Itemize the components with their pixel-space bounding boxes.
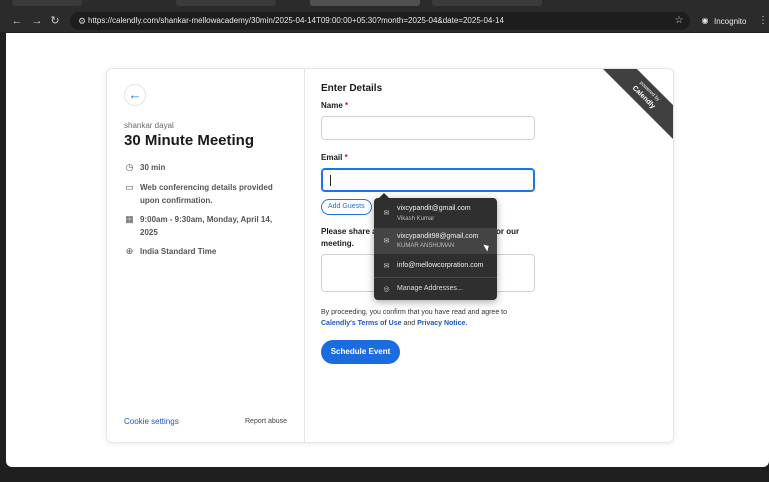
consent-and: and [403, 320, 416, 327]
forward-arrow-icon[interactable]: → [30, 14, 44, 28]
url-text: https://calendly.com/shankar-mellowacade… [88, 16, 504, 25]
browser-tab[interactable] [12, 0, 82, 6]
autofill-email: vixcypandit98@gmail.com [397, 233, 479, 240]
autofill-separator [374, 277, 497, 278]
back-arrow-icon[interactable]: ← [10, 14, 24, 28]
envelope-icon: ✉ [383, 238, 390, 245]
share-question-suffix: or our [496, 227, 520, 236]
autofill-dropdown: ✉ vixcypandit@gmail.com Vikash Kumar ✉ v… [374, 198, 497, 300]
chrome-icon: ◎ [383, 286, 390, 293]
browser-tab-active[interactable] [310, 0, 420, 6]
incognito-label: Incognito [714, 16, 747, 26]
add-guests-button[interactable]: Add Guests [321, 199, 372, 215]
email-field[interactable] [321, 168, 535, 192]
text-caret [330, 175, 331, 186]
bookmark-star-icon[interactable]: ☆ [672, 14, 686, 28]
name-field[interactable] [321, 116, 535, 140]
browser-tab[interactable] [432, 0, 542, 6]
globe-icon: ⊕ [125, 246, 134, 256]
required-mark: * [345, 101, 349, 110]
required-mark: * [344, 153, 348, 162]
email-label-text: Email [321, 153, 343, 162]
duration-row: ◷ 30 min [124, 161, 299, 174]
autofill-option[interactable]: ✉ info@mellowcorpration.com [374, 256, 497, 276]
duration-text: 30 min [140, 163, 166, 172]
timezone-row: ⊕ India Standard Time [124, 245, 299, 258]
autofill-email: vixcypandit@gmail.com [397, 205, 471, 212]
site-settings-icon[interactable]: ⚙ [76, 15, 88, 27]
privacy-notice-link[interactable]: Privacy Notice. [417, 320, 467, 327]
arrow-left-icon: ← [128, 87, 142, 102]
consent-text: By proceeding, you confirm that you have… [321, 307, 551, 329]
timezone-text: India Standard Time [140, 247, 217, 256]
autofill-option-hovered[interactable]: ✉ vixcypandit98@gmail.com KUMAR ANSHUMAN [374, 228, 497, 254]
envelope-icon: ✉ [383, 210, 390, 217]
clock-icon: ◷ [125, 162, 134, 172]
address-bar[interactable]: ⚙ https://calendly.com/shankar-mellowaca… [70, 12, 690, 30]
name-label: Name * [321, 101, 348, 110]
datetime-text: 9:00am - 9:30am, Monday, April 14, 2025 [140, 215, 273, 237]
autofill-name: Vikash Kumar [397, 216, 435, 222]
calendar-icon: ▦ [125, 214, 134, 224]
browser-tab[interactable] [176, 0, 276, 6]
back-button[interactable]: ← [124, 84, 146, 106]
conferencing-text: Web conferencing details provided upon c… [140, 183, 273, 205]
event-title: 30 Minute Meeting [124, 132, 255, 149]
manage-addresses-option[interactable]: ◎ Manage Addresses... [374, 280, 497, 298]
email-label: Email * [321, 153, 348, 162]
event-details-pane: ← shankar dayal 30 Minute Meeting ◷ 30 m… [107, 69, 305, 442]
video-camera-icon: ▭ [125, 182, 134, 192]
form-heading: Enter Details [321, 83, 383, 94]
tab-strip [0, 0, 769, 10]
name-label-text: Name [321, 101, 343, 110]
reload-icon[interactable]: ↻ [48, 14, 62, 28]
browser-toolbar: ← → ↻ ⚙ https://calendly.com/shankar-mel… [0, 10, 769, 32]
consent-body: By proceeding, you confirm that you have… [321, 309, 508, 316]
share-question-prefix: Please share a [321, 227, 377, 236]
manage-addresses-label: Manage Addresses... [397, 285, 463, 292]
envelope-icon: ✉ [383, 263, 390, 270]
autofill-name: KUMAR ANSHUMAN [397, 243, 455, 249]
conferencing-row: ▭ Web conferencing details provided upon… [124, 181, 299, 207]
autofill-email: info@mellowcorpration.com [397, 262, 484, 269]
datetime-row: ▦ 9:00am - 9:30am, Monday, April 14, 202… [124, 213, 299, 239]
incognito-icon: ◉ [701, 16, 709, 25]
more-menu-icon[interactable]: ⋮ [758, 14, 768, 28]
incognito-indicator[interactable]: ◉ Incognito [700, 14, 747, 28]
report-abuse-link[interactable]: Report abuse [245, 418, 287, 425]
autofill-option[interactable]: ✉ vixcypandit@gmail.com Vikash Kumar [374, 198, 497, 226]
host-name: shankar dayal [124, 121, 174, 130]
cookie-settings-link[interactable]: Cookie settings [124, 417, 179, 426]
terms-of-use-link[interactable]: Calendly's Terms of Use [321, 320, 402, 327]
share-question-line2: meeting. [321, 239, 354, 248]
powered-by-ribbon[interactable]: powered by Calendly [598, 69, 673, 143]
schedule-event-button[interactable]: Schedule Event [321, 340, 400, 364]
